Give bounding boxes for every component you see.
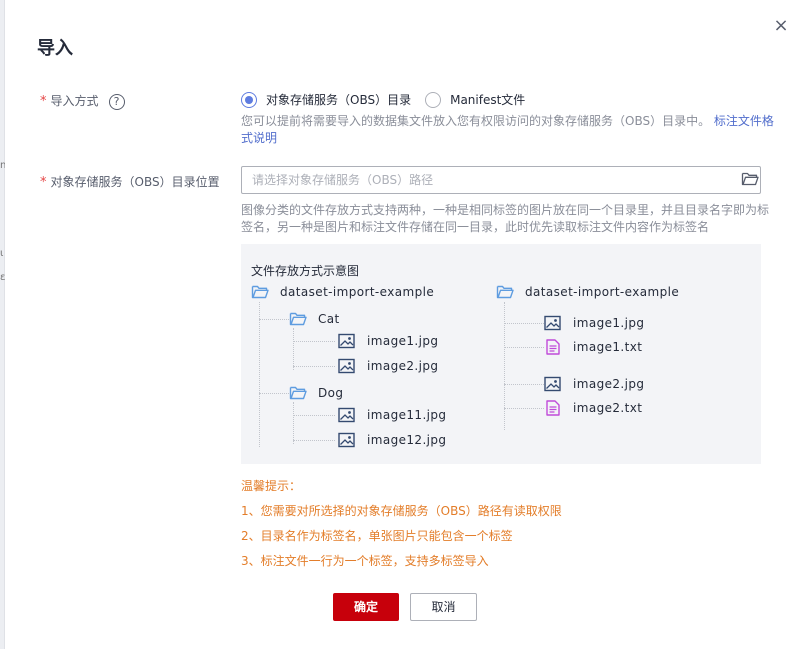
- tips-title: 温馨提示：: [241, 479, 302, 493]
- tree-file: image12.jpg: [338, 432, 446, 448]
- file-name: image1.jpg: [573, 316, 645, 330]
- tree-folder: Dog: [289, 385, 343, 401]
- radio-manifest-file-label: Manifest文件: [450, 93, 526, 107]
- tree-root-folder: dataset-import-example: [496, 284, 679, 300]
- folder-name: dataset-import-example: [525, 285, 680, 299]
- radio-unchecked-indicator: [425, 91, 442, 108]
- image-icon: [338, 358, 355, 374]
- image-icon: [338, 432, 355, 448]
- tree-connector: [504, 323, 544, 324]
- dialog-title: 导入: [37, 38, 73, 59]
- image-icon: [544, 376, 561, 392]
- file-name: image12.jpg: [367, 433, 447, 447]
- required-mark: *: [40, 175, 47, 190]
- folder-name: Dog: [318, 386, 344, 400]
- tree-connector: [504, 347, 544, 348]
- image-icon: [338, 333, 355, 349]
- tree-connector: [293, 341, 335, 342]
- image-icon: [544, 315, 561, 331]
- tree-connector: [293, 440, 335, 441]
- file-name: image1.txt: [573, 340, 643, 354]
- help-icon[interactable]: ?: [108, 93, 125, 110]
- tree-connector: [259, 319, 289, 320]
- text-file-icon: [546, 400, 560, 416]
- tree-connector: [259, 393, 289, 394]
- tree-connector: [504, 408, 544, 409]
- file-storage-diagram: 文件存放方式示意图 dataset-import-example Cat ima…: [241, 244, 761, 464]
- tree-connector: [259, 302, 260, 447]
- obs-path-input[interactable]: [241, 166, 761, 194]
- file-name: image11.jpg: [367, 408, 447, 422]
- tree-file: image1.txt: [544, 339, 642, 355]
- tree-connector: [504, 302, 505, 430]
- import-method-radio-group: 对象存储服务（OBS）目录 Manifest文件: [241, 91, 539, 108]
- tree-connector: [504, 384, 544, 385]
- image-icon: [338, 407, 355, 423]
- tree-root-folder: dataset-import-example: [251, 284, 434, 300]
- import-method-label: 导入方式: [50, 94, 99, 108]
- tip-item: 2、目录名作为标签名，单张图片只能包含一个标签: [241, 529, 513, 543]
- text-file-icon: [546, 339, 560, 355]
- tree-connector: [293, 402, 294, 444]
- cancel-button[interactable]: 取消: [410, 593, 477, 621]
- import-dialog: 导入 × * 导入方式? 对象存储服务（OBS）目录 Manifest文件 您可以…: [5, 0, 793, 649]
- tree-file: image2.txt: [544, 400, 642, 416]
- file-name: image2.txt: [573, 401, 643, 415]
- hint-text: 您可以提前将需要导入的数据集文件放入您有权限访问的对象存储服务（OBS）目录中。: [241, 114, 711, 128]
- tree-connector: [293, 415, 335, 416]
- folder-icon: [496, 285, 514, 299]
- obs-path-label-row: * 对象存储服务（OBS）目录位置: [40, 173, 220, 190]
- close-icon[interactable]: ×: [771, 16, 791, 36]
- tree-file: image2.jpg: [544, 376, 644, 392]
- tips-section: 温馨提示： 1、您需要对所选择的对象存储服务（OBS）路径有读取权限 2、目录名…: [241, 474, 562, 574]
- folder-name: Cat: [318, 312, 340, 326]
- folder-icon: [289, 386, 307, 400]
- tree-connector: [293, 366, 335, 367]
- confirm-button[interactable]: 确定: [333, 593, 399, 621]
- file-name: image2.jpg: [367, 359, 439, 373]
- folder-open-icon[interactable]: [741, 171, 759, 187]
- tree-file: image2.jpg: [338, 358, 438, 374]
- import-method-label-row: * 导入方式?: [40, 92, 125, 110]
- folder-icon: [289, 312, 307, 326]
- file-name: image2.jpg: [573, 377, 645, 391]
- radio-manifest-file[interactable]: Manifest文件: [425, 91, 525, 108]
- required-mark: *: [40, 94, 47, 109]
- tree-file: image1.jpg: [338, 333, 438, 349]
- radio-obs-directory[interactable]: 对象存储服务（OBS）目录: [241, 91, 411, 108]
- tree-folder: Cat: [289, 311, 340, 327]
- diagram-title: 文件存放方式示意图: [251, 264, 360, 278]
- file-name: image1.jpg: [367, 334, 439, 348]
- folder-name: dataset-import-example: [280, 285, 435, 299]
- obs-path-label: 对象存储服务（OBS）目录位置: [50, 175, 220, 189]
- tree-connector: [293, 328, 294, 370]
- tree-file: image1.jpg: [544, 315, 644, 331]
- tip-item: 3、标注文件一行为一个标签，支持多标签导入: [241, 554, 489, 568]
- background-glyph: ι: [0, 248, 4, 259]
- folder-icon: [251, 285, 269, 299]
- import-method-hint: 您可以提前将需要导入的数据集文件放入您有权限访问的对象存储服务（OBS）目录中。…: [241, 113, 781, 147]
- tip-item: 1、您需要对所选择的对象存储服务（OBS）路径有读取权限: [241, 504, 562, 518]
- obs-path-description: 图像分类的文件存放方式支持两种，一种是相同标签的图片放在同一个目录里，并且目录名…: [241, 203, 770, 234]
- tree-file: image11.jpg: [338, 407, 446, 423]
- radio-obs-directory-label: 对象存储服务（OBS）目录: [266, 93, 412, 107]
- radio-checked-indicator: [241, 91, 257, 108]
